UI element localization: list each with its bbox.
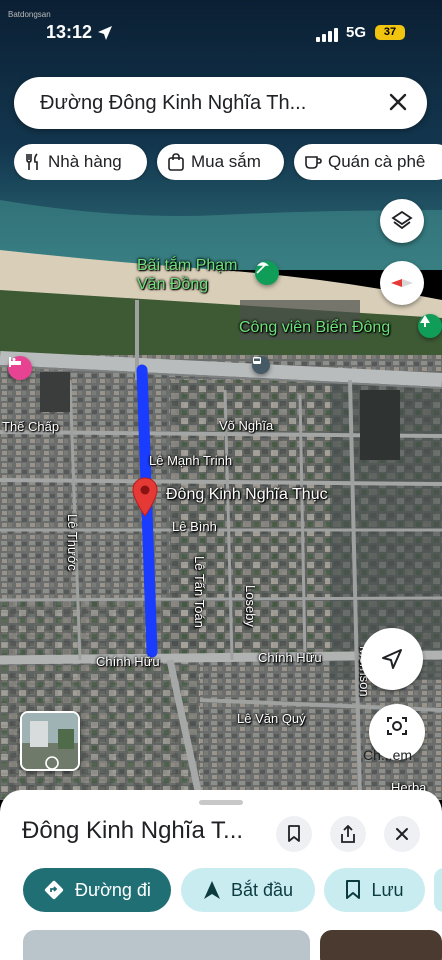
location-pin-icon[interactable]: [132, 477, 158, 517]
start-button[interactable]: Bắt đầu: [181, 868, 315, 912]
beach-umbrella-icon[interactable]: [255, 261, 279, 285]
status-bar: Batdongsan 13:12 5G 37: [0, 0, 442, 60]
place-label[interactable]: Đông Kinh Nghĩa Thục: [166, 486, 328, 504]
status-time: 13:12: [46, 22, 93, 42]
street-label: Lê Văn Quý: [237, 711, 306, 726]
compass-button[interactable]: [380, 261, 424, 305]
drag-handle[interactable]: [199, 800, 243, 805]
street-label: Chính Hữu: [258, 650, 322, 665]
coffee-cup-icon: [305, 156, 322, 169]
overlay-watermark: Batdongsan: [8, 10, 51, 19]
close-sheet-button[interactable]: [384, 816, 420, 852]
signal-bars-icon: [316, 28, 338, 42]
chip-shopping[interactable]: Mua sắm: [157, 144, 284, 180]
search-query[interactable]: Đường Đông Kinh Nghĩa Th...: [40, 92, 306, 115]
street-label: Võ Nghĩa: [219, 418, 274, 433]
place-title: Đông Kinh Nghĩa T...: [22, 817, 244, 844]
chip-restaurants[interactable]: Nhà hàng: [14, 144, 147, 180]
chip-label: Mua sắm: [191, 152, 261, 171]
fork-knife-icon: [26, 153, 38, 170]
more-actions-chip[interactable]: [434, 868, 442, 912]
place-photo[interactable]: [320, 930, 442, 960]
hotel-icon[interactable]: [8, 356, 32, 380]
save-button[interactable]: Lưu: [324, 868, 425, 912]
place-photo[interactable]: [23, 930, 310, 960]
directions-label: Đường đi: [75, 879, 151, 900]
my-location-button[interactable]: [361, 628, 423, 690]
street-label: Lê Thước: [65, 514, 80, 571]
layers-button[interactable]: [380, 199, 424, 243]
camera-scan-icon: [387, 717, 407, 735]
compass-icon: [391, 279, 413, 287]
save-label: Lưu: [371, 879, 404, 900]
close-icon[interactable]: [385, 89, 411, 115]
battery-indicator: 37: [375, 25, 405, 40]
street-label: Lê Tấn Toán: [192, 556, 207, 628]
street-label: Chính Hữu: [96, 654, 160, 669]
bookmark-icon: [288, 825, 300, 842]
share-button[interactable]: [330, 816, 366, 852]
street-view-thumbnail[interactable]: [20, 711, 80, 771]
layers-icon: [391, 210, 413, 230]
bus-stop-icon[interactable]: [252, 356, 270, 374]
directions-button[interactable]: Đường đi: [23, 868, 171, 912]
category-chips: Nhà hàng Mua sắm Quán cà phê: [14, 144, 442, 180]
save-place-button[interactable]: [276, 816, 312, 852]
street-label: Thế Chấp: [2, 419, 60, 434]
navigation-arrow-icon: [203, 881, 220, 899]
network-type: 5G: [346, 24, 367, 41]
park-poi-label[interactable]: Công viên Biển Đông: [239, 318, 390, 337]
place-bottom-sheet[interactable]: Đông Kinh Nghĩa T... Đường đi Bắt đầu Lư…: [0, 790, 442, 960]
shopping-bag-icon: [168, 153, 184, 171]
start-label: Bắt đầu: [230, 879, 294, 900]
location-arrow-icon: [98, 26, 112, 40]
close-icon: [396, 828, 408, 840]
chip-coffee[interactable]: Quán cà phê: [294, 144, 442, 180]
chip-label: Quán cà phê: [328, 152, 426, 171]
directions-icon: [44, 880, 64, 900]
lens-label[interactable]: Ch...em: [363, 747, 412, 763]
chip-label: Nhà hàng: [48, 152, 122, 171]
street-label: Lê Bình: [172, 519, 217, 534]
street-view-image: [22, 713, 78, 769]
bookmark-icon: [346, 880, 361, 899]
search-bar[interactable]: Đường Đông Kinh Nghĩa Th...: [14, 77, 427, 129]
navigation-arrow-icon: [382, 649, 402, 669]
street-label: Loseby: [243, 585, 258, 627]
street-label: Lê Mạnh Trinh: [149, 453, 233, 468]
beach-poi-label[interactable]: Bãi tắm Phạm Văn Đồng: [137, 256, 237, 294]
tree-icon[interactable]: [418, 314, 442, 338]
share-icon: [341, 825, 355, 843]
